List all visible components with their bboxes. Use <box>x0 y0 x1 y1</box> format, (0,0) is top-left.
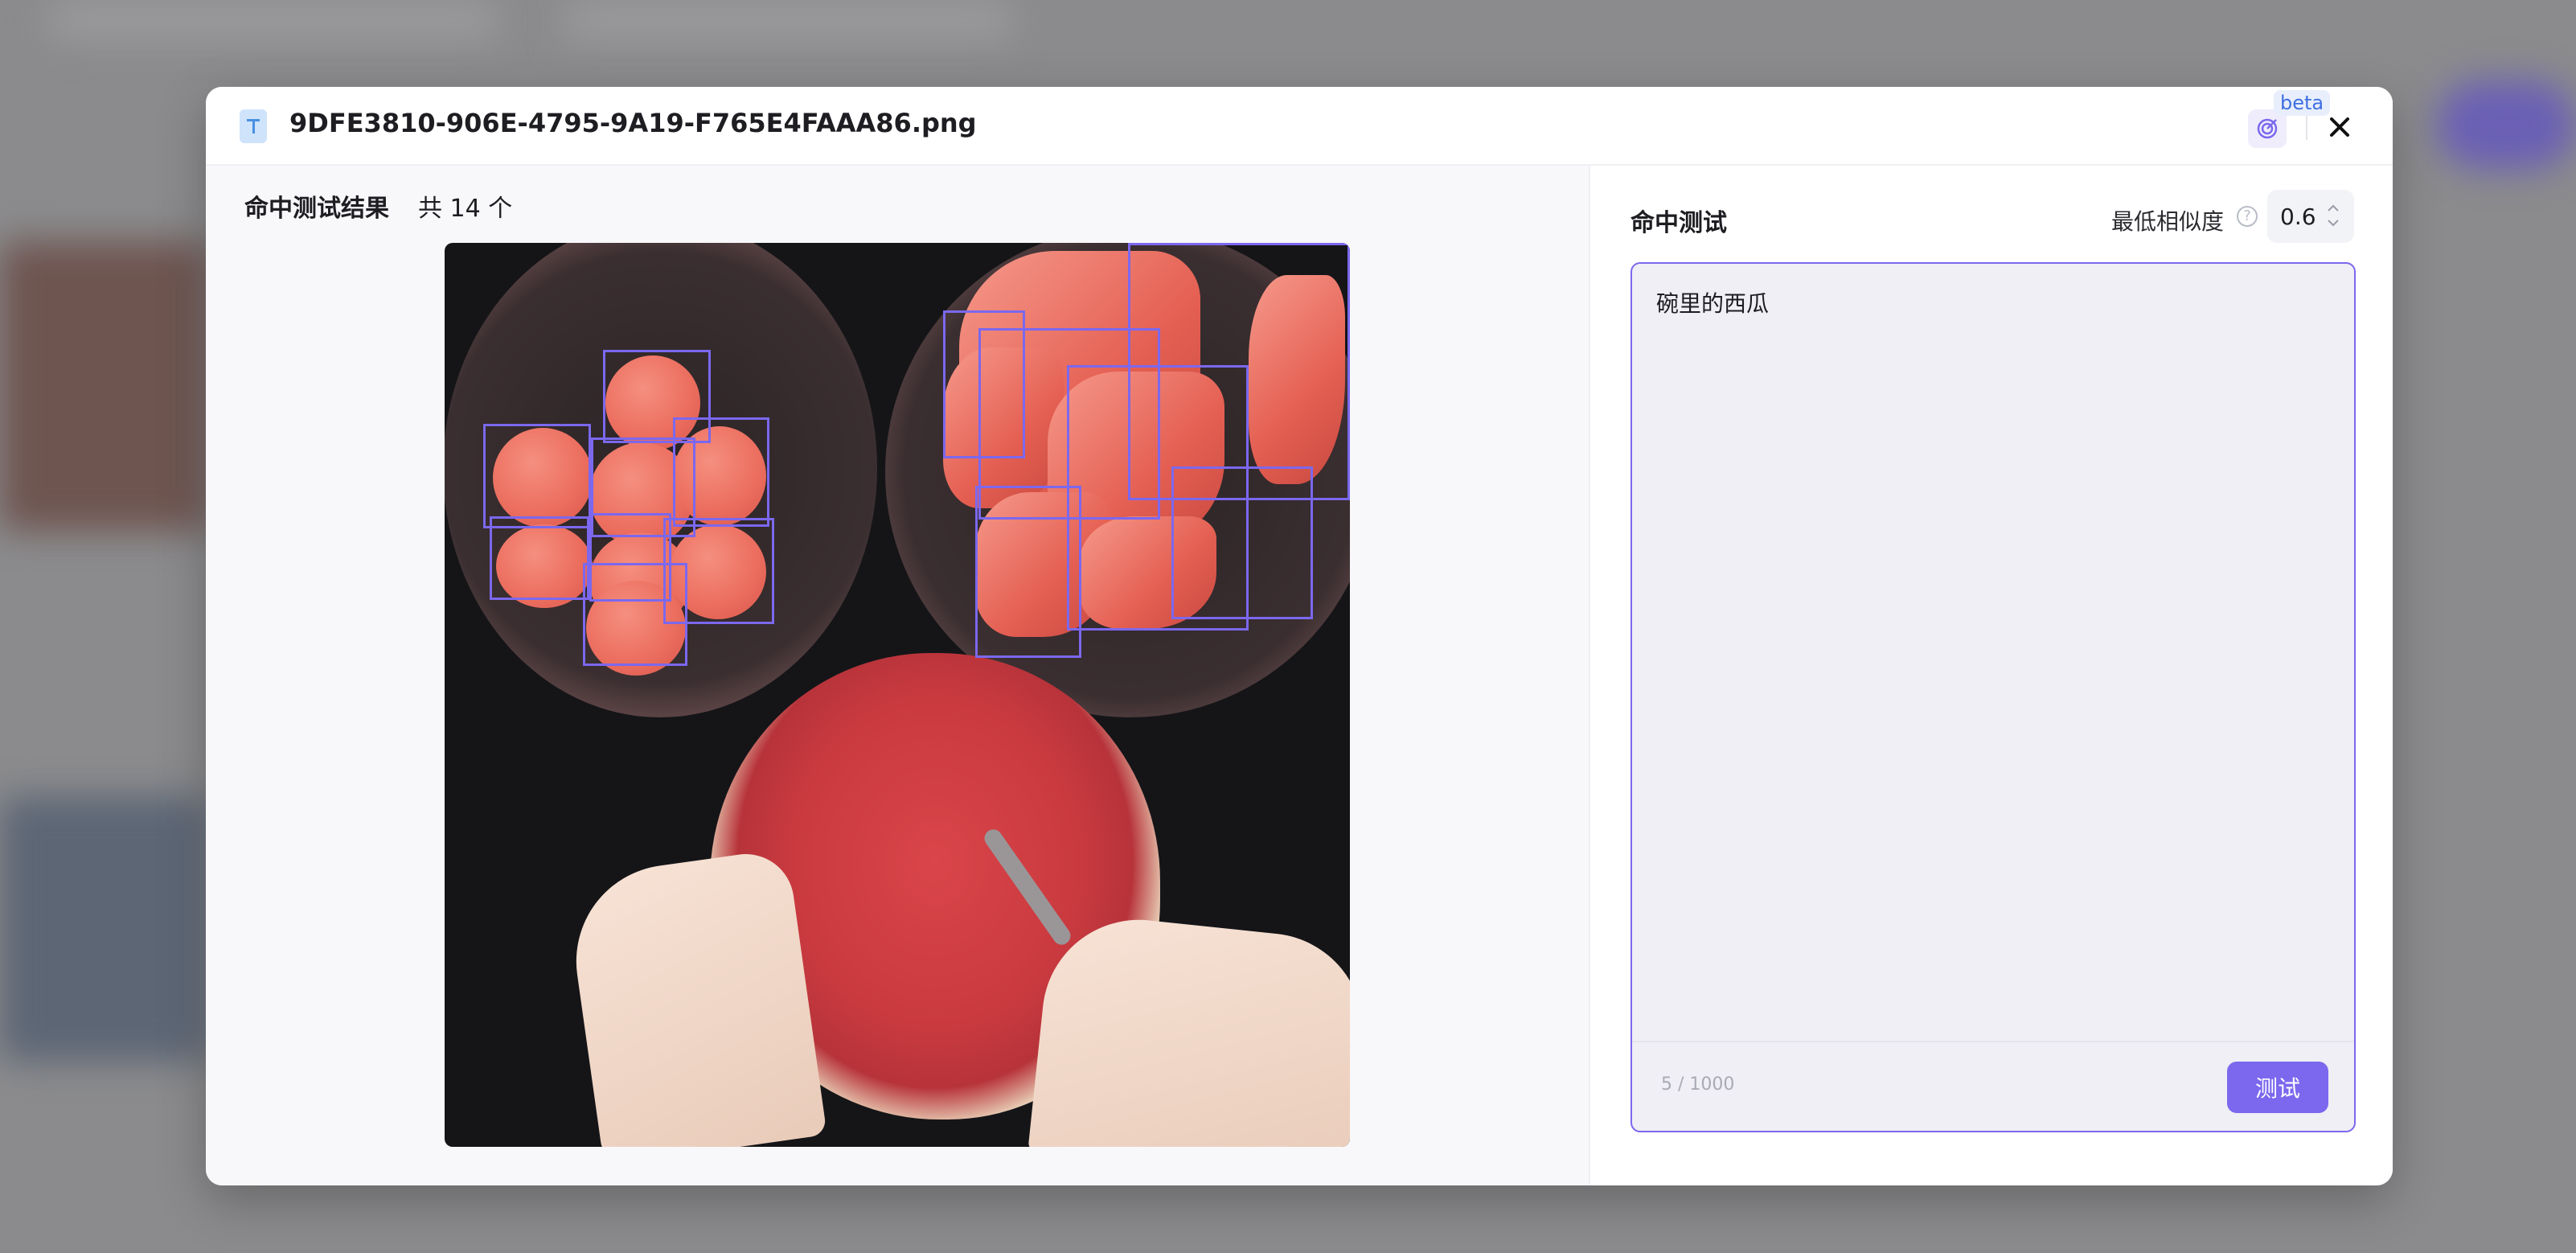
hit-box[interactable] <box>673 417 769 527</box>
hit-box[interactable] <box>490 516 589 600</box>
hit-box[interactable] <box>483 424 591 528</box>
results-title: 命中测试结果 <box>244 195 389 223</box>
left-hand <box>564 848 827 1147</box>
header-divider <box>2306 116 2307 140</box>
help-icon[interactable]: ? <box>2237 206 2258 227</box>
hit-box[interactable] <box>583 563 687 666</box>
query-input[interactable]: 碗里的西瓜 <box>1656 286 2332 1010</box>
close-button[interactable] <box>2324 111 2356 143</box>
test-button[interactable]: 测试 <box>2227 1062 2328 1113</box>
test-pane: 命中测试 最低相似度 ? 碗里的西瓜 5 / 1000 测试 <box>1589 166 2393 1185</box>
right-hand <box>1028 910 1350 1147</box>
background-button <box>2436 80 2576 169</box>
test-title: 命中测试 <box>1631 209 1727 237</box>
hit-box[interactable] <box>975 486 1081 658</box>
query-box: 碗里的西瓜 5 / 1000 测试 <box>1631 262 2356 1132</box>
hit-box[interactable] <box>1171 466 1313 619</box>
file-name-title: 9DFE3810-906E-4795-9A19-F765E4FAAA86.png <box>289 108 977 138</box>
results-pane: 命中测试结果 共 14 个 <box>206 166 1589 1185</box>
close-icon <box>2330 117 2349 137</box>
background-thumbnail <box>0 241 209 531</box>
background-header <box>48 0 498 40</box>
result-image <box>445 243 1350 1147</box>
hit-test-modal: 9DFE3810-906E-4795-9A19-F765E4FAAA86.png… <box>206 87 2393 1185</box>
background-header <box>563 0 1013 40</box>
char-count: 5 / 1000 <box>1661 1074 1735 1095</box>
beta-badge: beta <box>2274 90 2331 116</box>
image-file-icon <box>240 109 267 143</box>
results-count: 共 14 个 <box>418 195 513 223</box>
similarity-label: 最低相似度 <box>2111 208 2225 235</box>
stepper-icon[interactable] <box>2324 199 2343 232</box>
modal-header: 9DFE3810-906E-4795-9A19-F765E4FAAA86.png… <box>206 87 2393 166</box>
background-thumbnail <box>0 796 209 1062</box>
target-icon <box>2257 118 2278 139</box>
query-footer: 5 / 1000 测试 <box>1632 1041 2354 1131</box>
